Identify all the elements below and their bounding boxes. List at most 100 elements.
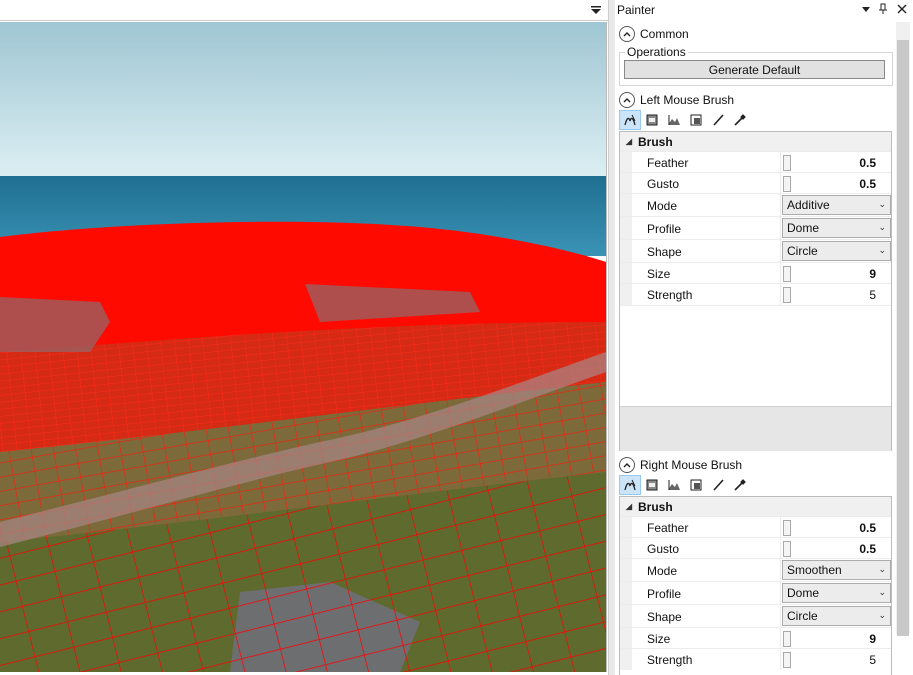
chevron-down-icon: ⌄ [878,199,886,209]
mode-row: Mode Additive ⌄ [620,193,891,217]
mode-row: Mode Smoothen ⌄ [620,558,891,582]
gusto-row: Gusto 0.5 [620,172,891,194]
feather-slider[interactable] [783,155,791,171]
brush-category-header[interactable]: ◢ Brush [620,497,891,516]
size-slider[interactable] [783,631,791,647]
collapse-up-icon[interactable] [619,26,635,42]
height-brush-icon[interactable] [619,110,641,130]
feather-value[interactable]: 0.5 [859,517,876,538]
generate-default-button[interactable]: Generate Default [624,60,885,79]
gusto-value[interactable]: 0.5 [859,538,876,559]
gusto-value[interactable]: 0.5 [859,173,876,194]
viewport-toolbar [0,0,608,21]
size-value[interactable]: 9 [869,628,876,649]
left-brush-toolbar [619,110,751,130]
eyedropper-icon[interactable] [729,475,751,495]
expand-triangle-icon[interactable]: ◢ [620,502,638,511]
gusto-label: Gusto [647,176,680,191]
right-brush-section-header[interactable]: Right Mouse Brush [619,455,742,475]
strength-slider[interactable] [783,287,791,303]
terrain-icon[interactable] [663,110,685,130]
feather-row: Feather 0.5 [620,516,891,538]
collapse-up-icon[interactable] [619,92,635,108]
pin-icon[interactable] [876,2,890,16]
terrain-viewport[interactable] [0,22,607,672]
right-brush-toolbar [619,475,751,495]
panel-menu-icon[interactable] [859,2,873,16]
paint-brush-icon[interactable] [707,110,729,130]
brush-category-header[interactable]: ◢ Brush [620,132,891,151]
strength-label: Strength [647,287,693,302]
paint-brush-icon[interactable] [707,475,729,495]
brush-category-label: Brush [638,134,673,149]
profile-label: Profile [647,586,682,601]
strength-label: Strength [647,652,693,667]
mode-label: Mode [647,563,678,578]
decal-icon[interactable] [685,110,707,130]
strength-value[interactable]: 5 [869,284,876,305]
size-value[interactable]: 9 [869,263,876,284]
size-label: Size [647,266,671,281]
feather-label: Feather [647,520,689,535]
mode-dropdown[interactable]: Additive ⌄ [782,195,891,215]
gusto-slider[interactable] [783,176,791,192]
feather-value[interactable]: 0.5 [859,152,876,173]
eyedropper-icon[interactable] [729,110,751,130]
terrain-icon[interactable] [663,475,685,495]
shape-dropdown[interactable]: Circle ⌄ [782,606,891,626]
profile-value: Dome [787,221,820,235]
shape-value: Circle [787,244,818,258]
size-label: Size [647,631,671,646]
profile-dropdown[interactable]: Dome ⌄ [782,583,891,603]
strength-row: Strength 5 [620,648,891,670]
strength-value[interactable]: 5 [869,649,876,670]
profile-row: Profile Dome ⌄ [620,581,891,605]
mode-label: Mode [647,198,678,213]
chevron-down-icon: ⌄ [878,245,886,255]
size-slider[interactable] [783,266,791,282]
collapse-up-icon[interactable] [619,457,635,473]
shape-dropdown[interactable]: Circle ⌄ [782,241,891,261]
size-row: Size 9 [620,627,891,649]
chevron-down-icon: ⌄ [878,222,886,232]
strength-slider[interactable] [783,652,791,668]
profile-row: Profile Dome ⌄ [620,216,891,240]
common-section-header[interactable]: Common [619,24,689,44]
expand-triangle-icon[interactable]: ◢ [620,137,638,146]
mode-dropdown[interactable]: Smoothen ⌄ [782,560,891,580]
chevron-down-icon: ⌄ [878,610,886,620]
left-brush-property-grid: ◢ Brush Feather 0.5 Gusto 0.5 Mode Additive… [619,131,892,451]
feather-slider[interactable] [783,520,791,536]
gusto-row: Gusto 0.5 [620,537,891,559]
size-row: Size 9 [620,262,891,284]
gusto-label: Gusto [647,541,680,556]
height-brush-icon[interactable] [619,475,641,495]
common-section-label: Common [640,27,689,41]
feather-row: Feather 0.5 [620,151,891,173]
shape-row: Shape Circle ⌄ [620,604,891,628]
profile-label: Profile [647,221,682,236]
right-brush-property-grid: ◢ Brush Feather 0.5 Gusto 0.5 Mode Smoothen… [619,496,892,675]
strength-row: Strength 5 [620,283,891,306]
gusto-slider[interactable] [783,541,791,557]
feather-label: Feather [647,155,689,170]
brush-category-label: Brush [638,499,673,514]
mode-value: Smoothen [787,563,842,577]
panel-scrollbar-thumb[interactable] [897,40,909,636]
texture-brush-icon[interactable] [641,475,663,495]
mode-value: Additive [787,198,830,212]
description-area [620,406,891,451]
panel-title: Painter [617,3,656,17]
texture-brush-icon[interactable] [641,110,663,130]
left-brush-label: Left Mouse Brush [640,93,735,107]
viewport-panel [0,0,608,675]
shape-label: Shape [647,244,682,259]
profile-dropdown[interactable]: Dome ⌄ [782,218,891,238]
shape-row: Shape Circle ⌄ [620,239,891,263]
decal-icon[interactable] [685,475,707,495]
operations-label: Operations [625,45,688,59]
profile-value: Dome [787,586,820,600]
viewport-menu-icon[interactable] [590,3,602,17]
close-icon[interactable] [895,2,909,16]
left-brush-section-header[interactable]: Left Mouse Brush [619,90,734,110]
